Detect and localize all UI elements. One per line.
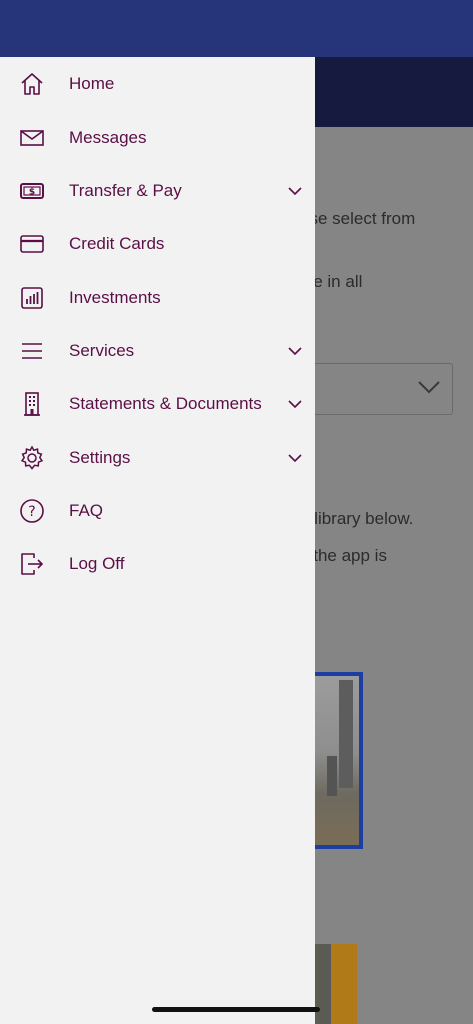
menu-label: Messages (69, 127, 147, 147)
question-icon: ? (18, 497, 46, 525)
chevron-down-icon[interactable] (287, 453, 303, 463)
building-icon (18, 390, 46, 418)
menu-label: Log Off (69, 553, 125, 573)
menu-label: Services (69, 340, 135, 360)
menu-item-settings[interactable]: Settings (0, 431, 315, 484)
menu-item-transfer-pay[interactable]: $ Transfer & Pay (0, 164, 315, 217)
menu-item-statements-documents[interactable]: Statements & Documents (0, 377, 315, 430)
logout-icon (18, 550, 46, 578)
menu-item-log-off[interactable]: Log Off (0, 537, 315, 590)
svg-text:?: ? (28, 504, 35, 520)
background-text: e library below. (300, 509, 414, 528)
chevron-down-icon (418, 381, 440, 394)
menu-item-services[interactable]: Services (0, 324, 315, 377)
svg-text:$: $ (29, 187, 35, 197)
menu-label: FAQ (69, 500, 104, 520)
menu-item-messages[interactable]: Messages (0, 111, 315, 164)
menu-item-faq[interactable]: ? FAQ (0, 484, 315, 537)
background-image (310, 944, 357, 1024)
status-bar (0, 0, 473, 57)
side-menu-drawer: Home Messages $ Transfer & Pay Credit Ca… (0, 57, 315, 1024)
menu-label: Statements & Documents (69, 393, 262, 413)
menu-item-investments[interactable]: Investments (0, 271, 315, 324)
menu-label: Investments (69, 287, 161, 307)
dollar-bill-icon: $ (18, 177, 46, 205)
menu-label: Settings (69, 447, 131, 467)
menu-label: Transfer & Pay (69, 180, 182, 200)
home-indicator[interactable] (152, 1007, 320, 1012)
background-select (300, 363, 453, 415)
envelope-icon (18, 124, 46, 152)
hamburger-icon (18, 337, 46, 365)
chevron-down-icon[interactable] (287, 346, 303, 356)
home-icon (18, 70, 46, 98)
chevron-down-icon[interactable] (287, 399, 303, 409)
menu-label: Credit Cards (69, 233, 165, 253)
menu-item-credit-cards[interactable]: Credit Cards (0, 217, 315, 270)
credit-card-icon (18, 230, 46, 258)
background-text: ase select from (300, 209, 416, 228)
gear-icon (18, 444, 46, 472)
chevron-down-icon[interactable] (287, 186, 303, 196)
menu-item-home[interactable]: Home (0, 57, 315, 110)
bar-chart-icon (18, 284, 46, 312)
menu-label: Home (69, 73, 115, 93)
